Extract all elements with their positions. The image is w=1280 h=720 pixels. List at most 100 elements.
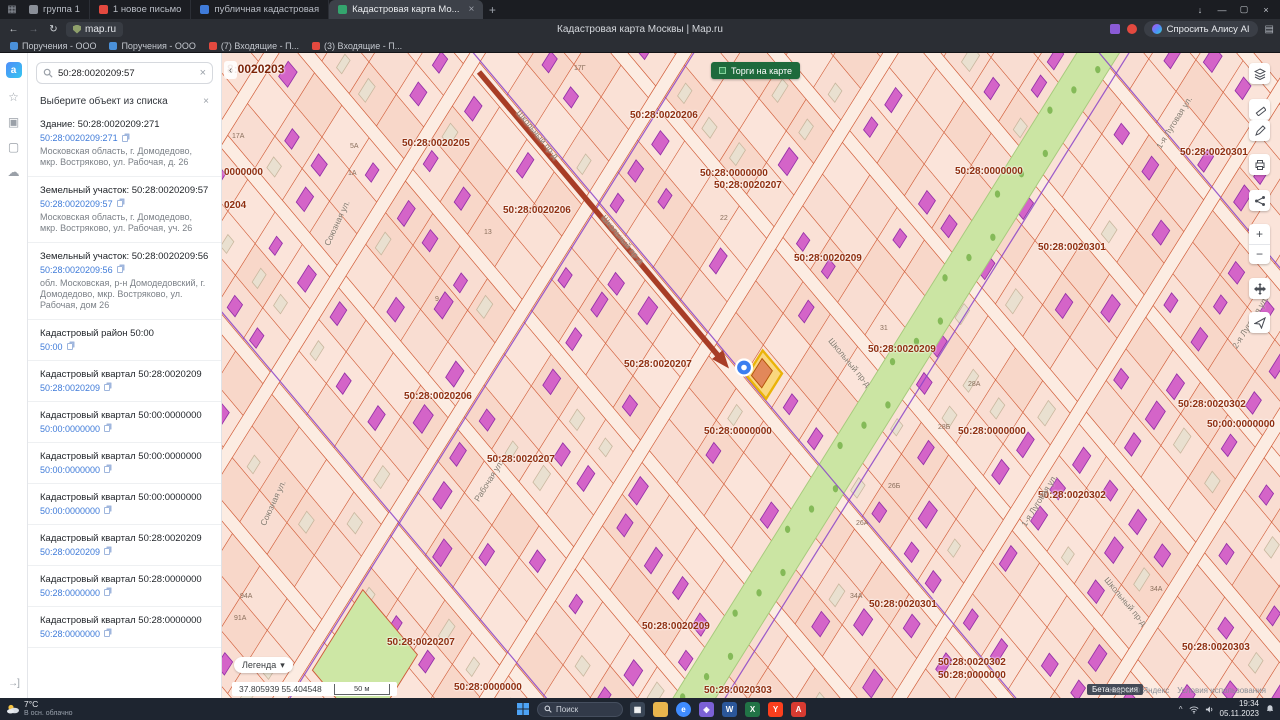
result-code-link[interactable]: 50:00 [40, 342, 209, 352]
taskbar-search[interactable]: Поиск [537, 701, 623, 717]
result-code-link[interactable]: 50:28:0020209 [40, 383, 209, 393]
extension-icon[interactable] [1109, 24, 1120, 34]
collapse-strip-icon[interactable]: →] [8, 678, 20, 689]
search-result-item[interactable]: Кадастровый квартал 50:00:0000000 50:00:0… [28, 484, 221, 525]
browser-tab[interactable]: публичная кадастровая [191, 0, 330, 19]
new-tab-button[interactable]: + [483, 3, 501, 17]
search-box[interactable]: × [36, 62, 213, 84]
result-code-link[interactable]: 50:28:0020209:56 [40, 265, 209, 275]
share-button[interactable] [1249, 190, 1270, 211]
copy-icon[interactable] [104, 507, 111, 515]
taskbar-app-pdf-reader[interactable]: A [791, 701, 806, 717]
copy-icon[interactable] [104, 630, 111, 638]
forward-button[interactable]: → [26, 24, 41, 35]
search-result-item[interactable]: Кадастровый квартал 50:28:0000000 50:28:0… [28, 607, 221, 648]
notifications-bell-icon[interactable] [1265, 704, 1275, 714]
maximize-button[interactable]: ▢ [1234, 1, 1254, 18]
cloud-icon[interactable]: ☁ [8, 166, 20, 178]
search-result-item[interactable]: Кадастровый квартал 50:00:0000000 50:00:0… [28, 443, 221, 484]
taskbar-app-task-view[interactable]: ▦ [630, 701, 645, 717]
tray-chevron-icon[interactable]: ^ [1179, 705, 1183, 714]
bookmark-item[interactable]: Поручения - ООО [10, 41, 96, 51]
tab-close-icon[interactable]: × [469, 4, 475, 15]
close-button[interactable]: × [1256, 1, 1276, 18]
ask-alice-button[interactable]: Спросить Алису AI [1143, 21, 1258, 37]
search-result-item[interactable]: Кадастровый квартал 50:28:0020209 50:28:0… [28, 361, 221, 402]
result-code-link[interactable]: 50:00:0000000 [40, 506, 209, 516]
copy-icon[interactable] [104, 466, 111, 474]
taskbar-clock[interactable]: 19:34 05.11.2023 [1220, 699, 1259, 718]
url-chip[interactable]: map.ru [66, 21, 124, 37]
result-code-link[interactable]: 50:28:0000000 [40, 629, 209, 639]
measure-button[interactable] [1249, 99, 1270, 120]
bookmark-item[interactable]: Поручения - ООО [109, 41, 196, 51]
clear-search-icon[interactable]: × [200, 67, 206, 79]
back-button[interactable]: ← [6, 24, 21, 35]
downloads-icon[interactable]: ↓ [1190, 1, 1210, 18]
search-result-item[interactable]: Кадастровый район 50:00 50:00 [28, 320, 221, 361]
results-list: Здание: 50:28:0020209:271 50:28:0020209:2… [28, 111, 221, 698]
tabs-panel-icon[interactable]: ▢ [8, 141, 19, 153]
volume-icon[interactable] [1205, 705, 1214, 714]
copy-icon[interactable] [116, 200, 123, 208]
search-input[interactable] [58, 67, 195, 79]
search-result-item[interactable]: Кадастровый квартал 50:28:0020209 50:28:0… [28, 525, 221, 566]
taskbar-app-photos[interactable]: ◈ [699, 701, 714, 717]
legend-chevron-icon: ▾ [280, 659, 285, 670]
copy-icon[interactable] [66, 343, 73, 351]
bookmark-item[interactable]: (3) Входящие - П... [312, 41, 402, 51]
copy-icon[interactable] [104, 384, 111, 392]
collapse-panel-button[interactable]: ‹ [224, 61, 237, 79]
side-panels-icon[interactable]: ▤ [1265, 24, 1274, 35]
taskbar-app-edge-browser[interactable]: e [676, 701, 691, 717]
search-result-item[interactable]: Земельный участок: 50:28:0020209:57 50:28… [28, 177, 221, 243]
result-code-link[interactable]: 50:28:0020209:271 [40, 133, 209, 143]
browser-tab[interactable]: Кадастровая карта Мо... × [329, 0, 484, 19]
copy-icon[interactable] [104, 548, 111, 556]
search-result-item[interactable]: Кадастровый квартал 50:00:0000000 50:00:0… [28, 402, 221, 443]
terms-link[interactable]: Условия использования [1177, 686, 1266, 695]
copy-icon[interactable] [116, 266, 123, 274]
extension-icon-2[interactable] [1126, 24, 1137, 34]
bookmark-item[interactable]: (7) Входящие - П... [208, 41, 299, 51]
favorites-star-icon[interactable]: ☆ [8, 91, 19, 103]
layers-button[interactable] [1249, 63, 1270, 84]
result-code-link[interactable]: 50:00:0000000 [40, 465, 209, 475]
browser-tab[interactable]: группа 1 [20, 0, 90, 19]
map-area[interactable]: 8:0020203 50:28:0020205 50:28:0020206 50:28… [222, 53, 1280, 698]
close-results-icon[interactable]: × [203, 96, 209, 107]
legend-button[interactable]: Легенда ▾ [234, 657, 293, 673]
sidebar-logo-icon[interactable]: a [5, 62, 22, 78]
collections-icon[interactable]: ▣ [8, 116, 19, 128]
locate-button[interactable] [1249, 312, 1270, 333]
torgi-button[interactable]: Торги на карте [711, 62, 801, 79]
taskbar-app-excel[interactable]: X [745, 701, 760, 717]
zoom-out-button[interactable]: − [1249, 245, 1270, 265]
cadastral-map[interactable] [222, 53, 1280, 698]
reload-button[interactable]: ↻ [46, 24, 61, 35]
pan-button[interactable] [1249, 278, 1270, 299]
copy-icon[interactable] [104, 589, 111, 597]
result-code-link[interactable]: 50:28:0020209 [40, 547, 209, 557]
weather-widget[interactable]: 7°C В осн. облачно [6, 700, 73, 717]
search-result-item[interactable]: Кадастровый квартал 50:28:0000000 50:28:0… [28, 566, 221, 607]
copy-icon[interactable] [121, 134, 128, 142]
taskbar-app-file-explorer[interactable] [653, 701, 668, 717]
browser-tab[interactable]: 1 новое письмо [90, 0, 192, 19]
result-code-link[interactable]: 50:28:0000000 [40, 588, 209, 598]
draw-button[interactable] [1249, 120, 1270, 141]
copy-icon[interactable] [104, 425, 111, 433]
tab-groups-icon[interactable]: ▦ [4, 4, 20, 15]
result-code-link[interactable]: 50:28:0020209:57 [40, 199, 209, 209]
result-code-link[interactable]: 50:00:0000000 [40, 424, 209, 434]
search-result-item[interactable]: Земельный участок: 50:28:0020209:56 50:28… [28, 243, 221, 320]
zoom-in-button[interactable]: + [1249, 224, 1270, 245]
taskbar-center: Поиск ▦ e ◈ W X Y A [516, 701, 806, 717]
print-button[interactable] [1249, 154, 1270, 175]
taskbar-app-yandex-browser[interactable]: Y [768, 701, 783, 717]
minimize-button[interactable]: — [1212, 1, 1232, 18]
taskbar-app-word[interactable]: W [722, 701, 737, 717]
wifi-icon[interactable] [1189, 705, 1199, 714]
start-button[interactable] [516, 702, 530, 716]
search-result-item[interactable]: Здание: 50:28:0020209:271 50:28:0020209:2… [28, 111, 221, 177]
